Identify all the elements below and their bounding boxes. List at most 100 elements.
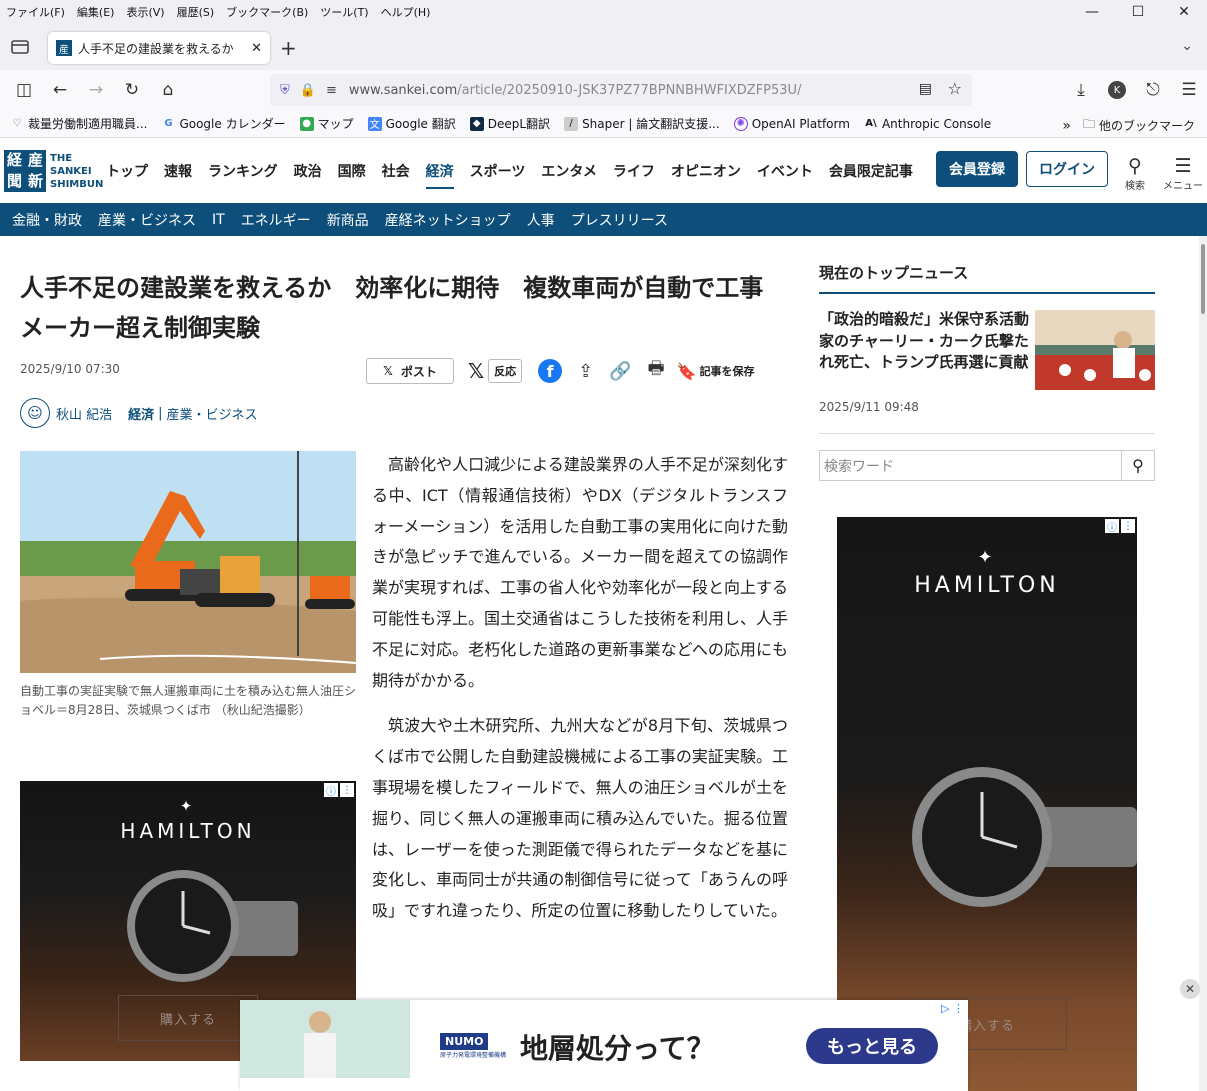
lock-icon[interactable]: 🔒 xyxy=(300,83,316,98)
subnav-item[interactable]: IT xyxy=(212,212,225,228)
facebook-icon[interactable]: f xyxy=(538,359,563,383)
overflow-chevron-icon[interactable]: » xyxy=(1062,118,1071,134)
tab-list-icon[interactable] xyxy=(8,36,32,58)
nav-society[interactable]: 社会 xyxy=(382,161,410,189)
nav-international[interactable]: 国際 xyxy=(338,161,366,189)
see-more-button[interactable]: もっと見る xyxy=(806,1028,938,1064)
ad-info-icon[interactable]: ⓘ xyxy=(324,783,338,798)
reader-view-icon[interactable]: ▤ xyxy=(919,81,932,97)
ad-options-icon[interactable]: ⋮ xyxy=(340,783,354,797)
share-icon[interactable]: ⇪ xyxy=(578,361,593,382)
sankei-logo[interactable]: 経 産 聞 新 THE SANKEI SHIMBUN xyxy=(4,150,103,192)
home-icon[interactable]: ⌂ xyxy=(150,74,186,106)
extensions-icon[interactable]: ⎋ xyxy=(1135,74,1171,106)
nav-opinion[interactable]: オピニオン xyxy=(671,161,741,189)
back-icon[interactable]: ← xyxy=(42,74,78,106)
subnav-item[interactable]: 人事 xyxy=(527,210,555,230)
nav-life[interactable]: ライフ xyxy=(613,161,655,189)
minimize-icon[interactable]: — xyxy=(1069,0,1115,24)
top-news-link[interactable]: 「政治的暗殺だ」米保守系活動家のチャーリー・カーク氏撃たれ死亡、トランプ氏再選に… xyxy=(819,309,1029,374)
menu-view[interactable]: 表示(V) xyxy=(126,4,164,20)
bookmark-item[interactable]: ✺ OpenAI Platform xyxy=(733,116,850,131)
ad-headline: 地層処分って？ xyxy=(520,1032,715,1065)
buy-button[interactable]: 購入する xyxy=(118,995,258,1041)
bookmarks-toolbar: ♡ 裁量労働制適用職員... G Google カレンダー ● マップ 文 Google… xyxy=(0,110,1207,138)
subnav-item[interactable]: 産業・ビジネス xyxy=(98,210,196,230)
menu-history[interactable]: 履歴(S) xyxy=(177,4,215,20)
scrollbar-thumb[interactable] xyxy=(1201,244,1205,314)
bookmark-label: 裁量労働制適用職員... xyxy=(28,117,148,131)
print-icon[interactable]: 🖶 xyxy=(648,356,665,386)
menu-tools[interactable]: ツール(T) xyxy=(320,4,368,20)
new-tab-icon[interactable]: + xyxy=(280,36,297,60)
menu-edit[interactable]: 編集(E) xyxy=(77,4,115,20)
subnav-item[interactable]: エネルギー xyxy=(241,210,311,230)
url-bar[interactable]: ⛨ 🔒 ≡ www.sankei.com/article/20250910-JS… xyxy=(270,74,972,106)
nav-ranking[interactable]: ランキング xyxy=(208,161,278,189)
bookmark-star-icon[interactable]: ☆ xyxy=(948,79,962,98)
app-menu-icon[interactable]: ☰ xyxy=(1171,74,1207,106)
subnav-item[interactable]: 産経ネットショップ xyxy=(385,210,511,230)
header-search[interactable]: ⚲ 検索 xyxy=(1113,155,1157,192)
ad-close-icon[interactable]: ✕ xyxy=(1180,979,1200,999)
menu-file[interactable]: ファイル(F) xyxy=(6,4,65,20)
subnav-item[interactable]: 金融・財政 xyxy=(12,210,82,230)
active-tab[interactable]: 産 人手不足の建設業を救えるか 効 ✕ xyxy=(48,32,270,64)
reload-icon[interactable]: ↻ xyxy=(114,74,150,106)
search-submit-icon[interactable]: ⚲ xyxy=(1121,451,1154,480)
shield-icon[interactable]: ⛨ xyxy=(280,83,290,98)
sankei-favicon-icon: 産 xyxy=(56,40,72,56)
bookmark-item[interactable]: ◆ DeepL翻訳 xyxy=(469,115,550,132)
bookmark-item[interactable]: 文 Google 翻訳 xyxy=(367,115,456,132)
search-input[interactable]: 検索ワード xyxy=(820,451,1121,480)
react-button[interactable]: 反応 xyxy=(488,359,523,383)
other-bookmarks[interactable]: » 🗀 他のブックマーク xyxy=(1062,115,1195,136)
author-name[interactable]: 秋山 紀浩 xyxy=(56,404,112,423)
permissions-icon[interactable]: ≡ xyxy=(326,83,337,98)
bookmark-item[interactable]: / Shaper | 論文翻訳支援... xyxy=(564,115,720,132)
header-menu[interactable]: ☰ メニュー xyxy=(1161,155,1205,192)
ad-info-icon[interactable]: ⓘ xyxy=(1105,519,1119,534)
nav-politics[interactable]: 政治 xyxy=(294,161,322,189)
x-logo-icon[interactable]: 𝕏 xyxy=(468,359,484,383)
x-post-button[interactable]: 𝕏 ポスト xyxy=(366,358,454,384)
nav-events[interactable]: イベント xyxy=(757,161,813,189)
tab-close-icon[interactable]: ✕ xyxy=(251,41,262,56)
article-date: 2025/9/10 07:30 xyxy=(20,362,120,376)
close-window-icon[interactable]: ✕ xyxy=(1161,0,1207,24)
nav-top[interactable]: トップ xyxy=(106,161,148,189)
subnav-item[interactable]: プレスリリース xyxy=(571,210,668,230)
save-article-button[interactable]: 🔖 記事を保存 xyxy=(677,362,755,381)
nav-members[interactable]: 会員限定記事 xyxy=(829,161,913,189)
search-icon: ⚲ xyxy=(1128,155,1142,177)
menu-bookmarks[interactable]: ブックマーク(B) xyxy=(226,4,308,20)
subcategory-link[interactable]: 産業・ビジネス xyxy=(167,404,258,423)
account-icon[interactable]: K xyxy=(1099,74,1135,106)
login-button[interactable]: ログイン xyxy=(1026,151,1108,187)
sidebar-toggle-icon[interactable]: ◫ xyxy=(6,74,42,106)
bookmark-item[interactable]: A\ Anthropic Console xyxy=(864,117,991,131)
download-icon[interactable]: ⤓ xyxy=(1063,74,1099,106)
nav-sports[interactable]: スポーツ xyxy=(470,161,526,189)
menu-help[interactable]: ヘルプ(H) xyxy=(381,4,431,20)
top-news-thumbnail[interactable] xyxy=(1035,310,1155,390)
bookmark-item[interactable]: G Google カレンダー xyxy=(161,115,285,132)
maximize-icon[interactable]: ☐ xyxy=(1115,0,1161,24)
ad-info: ⓘ ⋮ xyxy=(1105,519,1135,534)
link-icon[interactable]: 🔗 xyxy=(609,361,631,382)
forward-icon[interactable]: → xyxy=(78,74,114,106)
nav-entertainment[interactable]: エンタメ xyxy=(541,161,597,189)
nav-economy[interactable]: 経済 xyxy=(425,161,454,189)
chevron-down-icon[interactable]: ⌄ xyxy=(1181,38,1193,54)
register-button[interactable]: 会員登録 xyxy=(936,151,1018,187)
bottom-sticky-ad[interactable]: NUMO 原子力発電環境整備機構 地層処分って？ もっと見る ▷ ⋮ xyxy=(240,1000,968,1091)
nav-breaking[interactable]: 速報 xyxy=(164,161,192,189)
subnav-item[interactable]: 新商品 xyxy=(327,210,369,230)
ad-options-icon[interactable]: ⋮ xyxy=(1121,519,1135,533)
ad-choices-icon[interactable]: ▷ ⋮ xyxy=(941,1002,964,1015)
article-photo[interactable] xyxy=(20,451,356,673)
bookmark-item[interactable]: ♡ 裁量労働制適用職員... xyxy=(10,115,148,132)
page-scrollbar[interactable] xyxy=(1199,236,1207,1091)
category-link[interactable]: 経済 xyxy=(128,404,154,423)
bookmark-item[interactable]: ● マップ xyxy=(299,115,354,132)
